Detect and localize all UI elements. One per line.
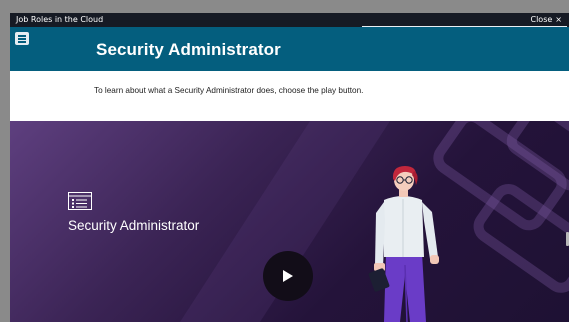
close-icon: × xyxy=(555,15,562,24)
play-button[interactable] xyxy=(263,251,313,301)
hamburger-menu-icon[interactable] xyxy=(15,32,29,45)
close-label: Close xyxy=(530,15,553,24)
document-list-icon xyxy=(68,192,92,210)
play-icon xyxy=(283,270,293,282)
video-title: Security Administrator xyxy=(68,218,200,233)
intro-text: To learn about what a Security Administr… xyxy=(94,86,364,95)
window-frame: Job Roles in the Cloud Close × Security A… xyxy=(0,0,569,322)
window-title: Job Roles in the Cloud xyxy=(16,15,104,24)
page-header: Security Administrator xyxy=(10,27,569,71)
close-button[interactable]: Close × xyxy=(531,15,563,24)
intro-panel: To learn about what a Security Administr… xyxy=(10,71,569,121)
page-title: Security Administrator xyxy=(96,40,281,59)
security-administrator-illustration xyxy=(368,166,439,322)
title-bar: Job Roles in the Cloud Close × xyxy=(10,13,569,27)
video-player[interactable]: Security Administrator xyxy=(10,121,569,322)
